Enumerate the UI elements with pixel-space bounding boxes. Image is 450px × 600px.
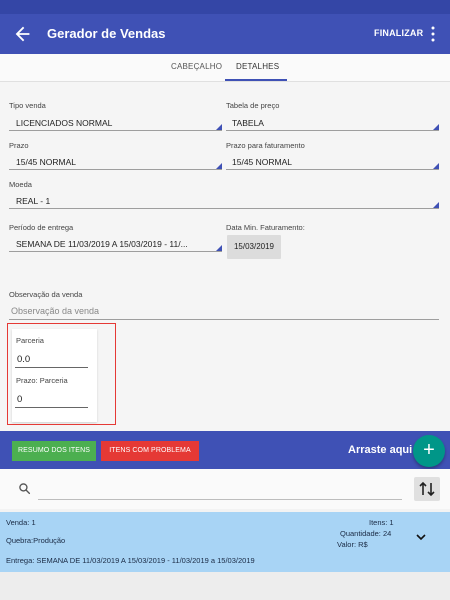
prazo-select[interactable]: 15/45 NORMAL [16,157,76,167]
dropdown-arrow-icon[interactable] [433,163,439,169]
observacao-label: Observação da venda [9,290,83,299]
tab-cabecalho[interactable]: CABEÇALHO [171,62,222,71]
app-bar: Gerador de Vendas FINALIZAR [0,14,450,54]
order-card[interactable]: Venda: 1 Quebra:Produção Entrega: SEMANA… [0,512,450,572]
drag-here-label: Arraste aqui [348,444,413,456]
prazo-underline [9,169,222,170]
tipo-venda-select[interactable]: LICENCIADOS NORMAL [16,118,112,128]
chevron-down-icon[interactable] [416,533,426,541]
plus-icon: + [423,439,435,461]
tab-indicator [225,79,287,81]
tabela-preco-underline [226,130,439,131]
quebra-text: Quebra:Produção [6,536,66,545]
finalize-button[interactable]: FINALIZAR [374,28,423,38]
tabela-preco-label: Tabela de preço [226,101,280,110]
empty-area [0,572,450,600]
periodo-entrega-underline [9,251,222,252]
more-vert-icon[interactable] [426,25,440,43]
tab-bar: CABEÇALHO DETALHES [0,54,450,82]
bottom-action-bar: RESUMO DOS ITENS ITENS COM PROBLEMA Arra… [0,431,450,469]
app-title: Gerador de Vendas [47,26,166,41]
tipo-venda-label: Tipo venda [9,101,46,110]
tipo-venda-underline [9,130,222,131]
observacao-underline [9,319,439,320]
moeda-underline [9,208,439,209]
entrega-text: Entrega: SEMANA DE 11/03/2019 A 15/03/20… [6,556,255,565]
moeda-label: Moeda [9,180,32,189]
search-input[interactable] [38,499,402,500]
highlight-box [7,323,116,425]
dropdown-arrow-icon[interactable] [216,163,222,169]
periodo-entrega-label: Período de entrega [9,223,74,232]
itens-count: Itens: 1 [369,518,394,527]
dropdown-arrow-icon[interactable] [433,202,439,208]
observacao-input[interactable]: Observação da venda [11,306,99,316]
dropdown-arrow-icon[interactable] [216,245,222,251]
prazo-label: Prazo [9,141,29,150]
prazo-faturamento-underline [226,169,439,170]
arrow-left-icon[interactable] [12,23,34,45]
periodo-entrega-select[interactable]: SEMANA DE 11/03/2019 A 15/03/2019 - 11/.… [16,239,212,249]
venda-text: Venda: 1 [6,518,36,527]
dropdown-arrow-icon[interactable] [216,124,222,130]
prazo-faturamento-label: Prazo para faturamento [226,141,305,150]
dropdown-arrow-icon[interactable] [433,124,439,130]
itens-problema-button[interactable]: ITENS COM PROBLEMA [101,441,199,461]
search-icon [19,483,31,495]
data-min-faturamento-button[interactable]: 15/03/2019 [227,235,281,259]
tab-detalhes[interactable]: DETALHES [236,62,279,71]
moeda-select[interactable]: REAL - 1 [16,196,50,206]
prazo-faturamento-select[interactable]: 15/45 NORMAL [232,157,292,167]
data-min-faturamento-label: Data Min. Faturamento: [226,223,305,232]
resumo-itens-button[interactable]: RESUMO DOS ITENS [12,441,96,461]
swap-vertical-icon [419,481,435,497]
sort-button[interactable] [414,477,440,501]
valor-text: Valor: R$ [337,540,368,549]
tabela-preco-select[interactable]: TABELA [232,118,264,128]
add-item-button[interactable]: + [413,435,445,467]
status-bar [0,0,450,14]
search-bar [0,469,450,509]
quantidade-text: Quantidade: 24 [340,529,392,538]
